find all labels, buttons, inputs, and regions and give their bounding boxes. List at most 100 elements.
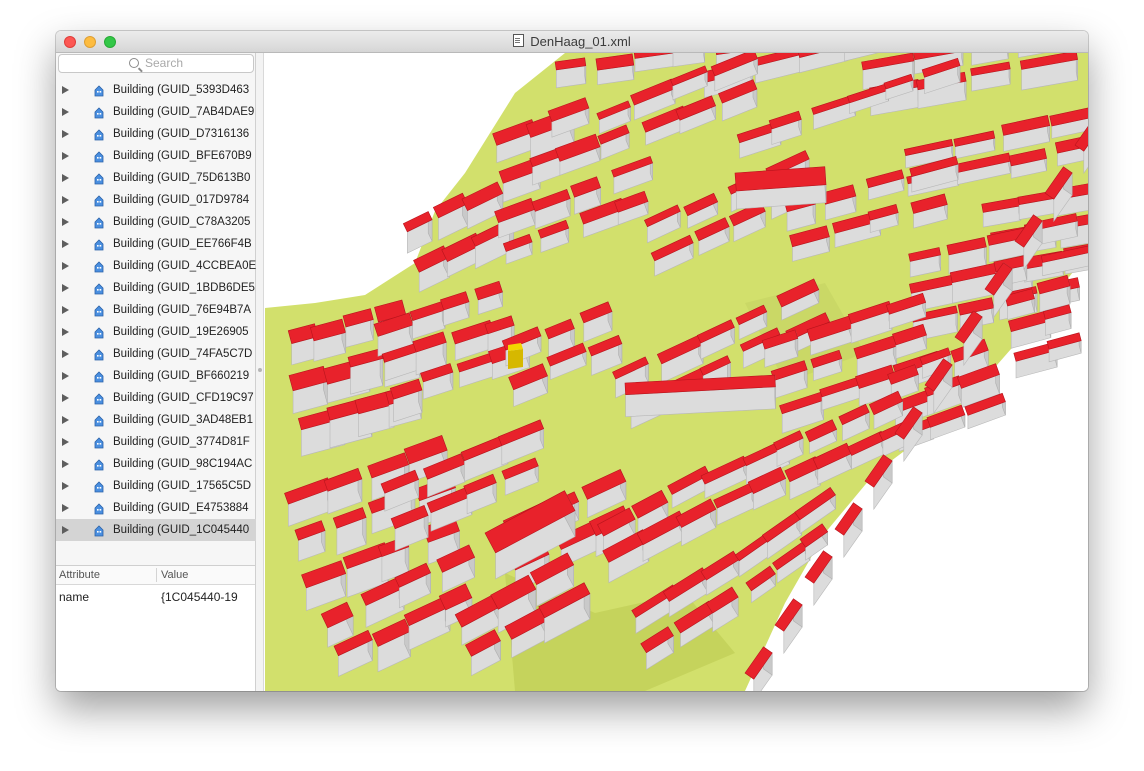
tree-item-label: Building (GUID_19E26905 <box>113 326 249 338</box>
tree-item-label: Building (GUID_D7316136 <box>113 128 250 140</box>
title-bar: DenHaag_01.xml <box>56 31 1088 53</box>
tree-item-building[interactable]: Building (GUID_BFE670B9 <box>56 145 256 167</box>
disclosure-triangle-icon[interactable] <box>62 460 69 468</box>
tree-item-building[interactable]: Building (GUID_7AB4DAE9 <box>56 101 256 123</box>
divider-handle[interactable] <box>258 368 262 372</box>
attribute-table-empty-area <box>56 607 255 691</box>
tree-item-building[interactable]: Building (GUID_5393D463 <box>56 79 256 101</box>
tree-item-building[interactable]: Building (GUID_1BDB6DE5 <box>56 277 256 299</box>
3d-city-viewport[interactable] <box>265 53 1088 691</box>
building-icon <box>94 325 104 339</box>
tree-item-label: Building (GUID_76E94B7A <box>113 304 252 316</box>
tree-item-label: Building (GUID_3774D81F <box>113 436 250 448</box>
tree-item-building[interactable]: Building (GUID_1C045440 <box>56 519 256 541</box>
tree-item-building[interactable]: Building (GUID_BF660219 <box>56 365 256 387</box>
tree-item-building[interactable]: Building (GUID_75D613B0 <box>56 167 256 189</box>
tree-item-building[interactable]: Building (GUID_C78A3205 <box>56 211 256 233</box>
tree-item-building[interactable]: Building (GUID_D7316136 <box>56 123 256 145</box>
attribute-name: name <box>59 590 90 604</box>
tree-item-building[interactable]: Building (GUID_017D9784 <box>56 189 256 211</box>
value-column-header[interactable]: Value <box>161 569 188 581</box>
search-field[interactable]: Search <box>58 54 254 73</box>
attribute-row[interactable]: name {1C045440-19 <box>56 585 255 607</box>
disclosure-triangle-icon[interactable] <box>62 174 69 182</box>
tree-item-label: Building (GUID_BFE670B9 <box>113 150 252 162</box>
tree-item-building[interactable]: Building (GUID_98C194AC <box>56 453 256 475</box>
split-view-divider[interactable] <box>256 53 264 691</box>
tree-item-building[interactable]: Building (GUID_E4753884 <box>56 497 256 519</box>
attribute-column-header[interactable]: Attribute <box>59 569 100 581</box>
disclosure-triangle-icon[interactable] <box>62 262 69 270</box>
attribute-table-header: Attribute Value <box>56 565 255 585</box>
search-icon <box>128 58 139 68</box>
disclosure-triangle-icon[interactable] <box>62 86 69 94</box>
slab-building <box>734 166 827 210</box>
building-icon <box>94 105 104 119</box>
tree-item-building[interactable]: Building (GUID_CFD19C97 <box>56 387 256 409</box>
tree-item-label: Building (GUID_5393D463 <box>113 84 250 96</box>
tree-item-building[interactable]: Building (GUID_3774D81F <box>56 431 256 453</box>
building-icon <box>94 457 104 471</box>
building <box>554 57 587 89</box>
tree-item-label: Building (GUID_CFD19C97 <box>113 392 254 404</box>
tree-item-building[interactable]: Building (GUID_4CCBEA0E <box>56 255 256 277</box>
building-icon <box>94 237 104 251</box>
sidebar: Search Building (GUID_5393D463 Building (… <box>56 53 256 691</box>
disclosure-triangle-icon[interactable] <box>62 284 69 292</box>
city-model-render[interactable] <box>265 53 1088 691</box>
building-icon <box>94 171 104 185</box>
tree-item-label: Building (GUID_1BDB6DE5 <box>113 282 255 294</box>
tree-item-building[interactable]: Building (GUID_3AD48EB1 <box>56 409 256 431</box>
building-icon <box>94 413 104 427</box>
building <box>595 53 635 86</box>
disclosure-triangle-icon[interactable] <box>62 152 69 160</box>
tree-item-label: Building (GUID_BF660219 <box>113 370 250 382</box>
disclosure-triangle-icon[interactable] <box>62 394 69 402</box>
building <box>1046 332 1082 363</box>
disclosure-triangle-icon[interactable] <box>62 130 69 138</box>
tree-item-label: Building (GUID_98C194AC <box>113 458 253 470</box>
tree-item-label: Building (GUID_7AB4DAE9 <box>113 106 255 118</box>
search-placeholder: Search <box>144 56 184 70</box>
disclosure-triangle-icon[interactable] <box>62 504 69 512</box>
disclosure-triangle-icon[interactable] <box>62 108 69 116</box>
building-icon <box>94 479 104 493</box>
tree-item-building[interactable]: Building (GUID_EE766F4B <box>56 233 256 255</box>
selected-building-highlight <box>508 343 523 369</box>
disclosure-triangle-icon[interactable] <box>62 372 69 380</box>
app-window: DenHaag_01.xml Search Building (GUID_539… <box>56 31 1088 691</box>
disclosure-triangle-icon[interactable] <box>62 240 69 248</box>
disclosure-triangle-icon[interactable] <box>62 350 69 358</box>
building-icon <box>94 435 104 449</box>
building-icon <box>94 369 104 383</box>
disclosure-triangle-icon[interactable] <box>62 482 69 490</box>
disclosure-triangle-icon[interactable] <box>62 306 69 314</box>
tree-item-label: Building (GUID_4CCBEA0E <box>113 260 256 272</box>
disclosure-triangle-icon[interactable] <box>62 328 69 336</box>
tree-item-label: Building (GUID_75D613B0 <box>113 172 251 184</box>
window-title-text: DenHaag_01.xml <box>530 34 631 49</box>
tree-item-building[interactable]: Building (GUID_19E26905 <box>56 321 256 343</box>
disclosure-triangle-icon[interactable] <box>62 416 69 424</box>
attribute-value: {1C045440-19 <box>161 590 238 604</box>
building-icon <box>94 501 104 515</box>
tree-item-label: Building (GUID_1C045440 <box>113 524 250 536</box>
tree-item-building[interactable]: Building (GUID_17565C5D <box>56 475 256 497</box>
tree-item-label: Building (GUID_C78A3205 <box>113 216 251 228</box>
column-separator[interactable] <box>156 568 157 582</box>
tree-item-label: Building (GUID_E4753884 <box>113 502 249 514</box>
window-title: DenHaag_01.xml <box>56 31 1088 53</box>
building-icon <box>94 303 104 317</box>
object-tree: Building (GUID_5393D463 Building (GUID_7A… <box>56 79 256 541</box>
disclosure-triangle-icon[interactable] <box>62 196 69 204</box>
building-icon <box>94 127 104 141</box>
building-icon <box>94 83 104 97</box>
disclosure-triangle-icon[interactable] <box>62 438 69 446</box>
tree-item-building[interactable]: Building (GUID_76E94B7A <box>56 299 256 321</box>
disclosure-triangle-icon[interactable] <box>62 526 69 534</box>
tree-item-building[interactable]: Building (GUID_74FA5C7D <box>56 343 256 365</box>
building-icon <box>94 281 104 295</box>
tree-item-label: Building (GUID_EE766F4B <box>113 238 252 250</box>
tree-item-label: Building (GUID_017D9784 <box>113 194 250 206</box>
disclosure-triangle-icon[interactable] <box>62 218 69 226</box>
